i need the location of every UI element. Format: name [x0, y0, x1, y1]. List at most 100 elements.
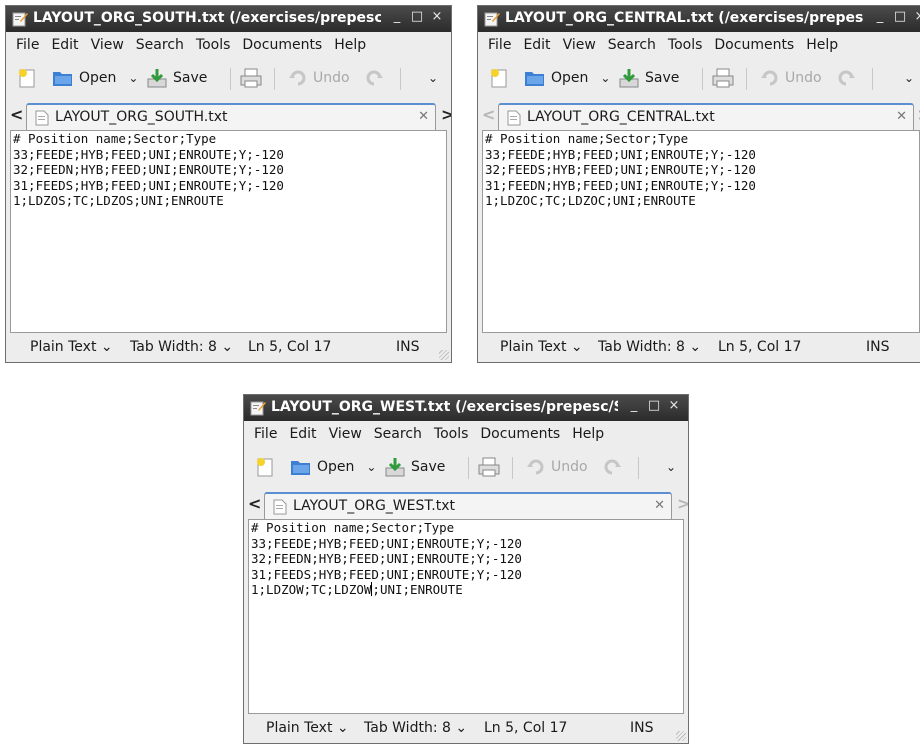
tab-width-selector[interactable]: Tab Width: 8 ⌄: [364, 720, 467, 736]
text-line: 31;FEEDS;HYB;FEED;UNI;ENROUTE;Y;-120: [13, 177, 284, 193]
menu-edit[interactable]: Edit: [517, 37, 556, 53]
text-editor-icon: [12, 12, 28, 27]
language-selector[interactable]: Plain Text ⌄: [266, 720, 349, 736]
language-selector[interactable]: Plain Text ⌄: [500, 339, 583, 355]
text-area[interactable]: # Position name;Sector;Type 33;FEEDE;HYB…: [248, 519, 684, 714]
close-icon[interactable]: ×: [910, 9, 920, 24]
menu-view[interactable]: View: [557, 37, 602, 53]
menu-edit[interactable]: Edit: [45, 37, 84, 53]
undo-button[interactable]: Undo: [526, 454, 588, 480]
title-bar[interactable]: LAYOUT_ORG_WEST.txt (/exercises/prepesc/…: [244, 395, 688, 421]
save-button[interactable]: Save: [384, 454, 445, 480]
print-button[interactable]: [239, 65, 268, 91]
tab-scroll-right-icon[interactable]: >: [677, 494, 688, 513]
maximize-icon[interactable]: □: [890, 9, 910, 24]
toolbar-overflow-chevron-icon[interactable]: ⌄: [666, 454, 676, 480]
undo-icon: [527, 459, 544, 475]
redo-button[interactable]: [602, 454, 627, 480]
resize-grip[interactable]: [676, 731, 686, 741]
tab-close-icon[interactable]: ✕: [418, 109, 429, 124]
minimize-icon[interactable]: _: [387, 9, 407, 24]
menu-search[interactable]: Search: [368, 426, 428, 442]
maximize-icon[interactable]: □: [407, 9, 427, 24]
document-icon: [507, 110, 521, 126]
status-bar: Plain Text ⌄ Tab Width: 8 ⌄ Ln 5, Col 17…: [244, 715, 688, 743]
menu-search[interactable]: Search: [130, 37, 190, 53]
undo-button[interactable]: Undo: [760, 65, 822, 91]
menu-tools[interactable]: Tools: [190, 37, 237, 53]
tab-document[interactable]: LAYOUT_ORG_WEST.txt ✕: [264, 492, 672, 519]
tab-scroll-left-icon[interactable]: <: [10, 105, 23, 124]
resize-grip[interactable]: [439, 350, 449, 360]
chevron-down-icon[interactable]: ⌄: [128, 71, 138, 85]
menu-bar: File Edit View Search Tools Documents He…: [6, 32, 451, 58]
tab-close-icon[interactable]: ✕: [654, 498, 665, 513]
chevron-down-icon[interactable]: ⌄: [600, 71, 610, 85]
open-button[interactable]: Open ⌄: [290, 454, 376, 480]
text-line: 1;LDZOC;TC;LDZOC;UNI;ENROUTE: [485, 193, 696, 208]
menu-file[interactable]: File: [248, 426, 283, 442]
new-button[interactable]: [488, 65, 515, 91]
toolbar-separator: [746, 68, 747, 90]
menu-help[interactable]: Help: [328, 37, 372, 53]
toolbar-separator: [468, 457, 469, 479]
tab-scroll-left-icon[interactable]: <: [248, 494, 261, 513]
open-button[interactable]: Open ⌄: [52, 65, 138, 91]
menu-view[interactable]: View: [85, 37, 130, 53]
tab-width-selector[interactable]: Tab Width: 8 ⌄: [130, 339, 233, 355]
menu-edit[interactable]: Edit: [283, 426, 322, 442]
text-area[interactable]: # Position name;Sector;Type 33;FEEDE;HYB…: [482, 130, 920, 333]
menu-search[interactable]: Search: [602, 37, 662, 53]
new-button[interactable]: [254, 454, 281, 480]
new-document-icon: [19, 69, 35, 88]
tab-row: < LAYOUT_ORG_CENTRAL.txt ✕ >: [478, 102, 920, 130]
maximize-icon[interactable]: □: [644, 398, 664, 413]
toolbar-separator: [400, 68, 401, 90]
close-icon[interactable]: ×: [664, 398, 684, 413]
tab-document[interactable]: LAYOUT_ORG_CENTRAL.txt ✕: [498, 103, 914, 130]
tab-scroll-left-icon[interactable]: <: [482, 105, 495, 124]
menu-file[interactable]: File: [482, 37, 517, 53]
menu-documents[interactable]: Documents: [474, 426, 566, 442]
title-bar[interactable]: LAYOUT_ORG_SOUTH.txt (/exercises/prepesc…: [6, 6, 451, 32]
document-icon: [273, 499, 287, 515]
save-button[interactable]: Save: [146, 65, 207, 91]
menu-documents[interactable]: Documents: [236, 37, 328, 53]
new-button[interactable]: [16, 65, 43, 91]
menu-help[interactable]: Help: [566, 426, 610, 442]
undo-button[interactable]: Undo: [288, 65, 350, 91]
insert-mode: INS: [630, 720, 654, 736]
editor-window-central: LAYOUT_ORG_CENTRAL.txt (/exercises/prepe…: [477, 5, 920, 363]
chevron-down-icon[interactable]: ⌄: [366, 460, 376, 474]
title-bar[interactable]: LAYOUT_ORG_CENTRAL.txt (/exercises/prepe…: [478, 6, 920, 32]
redo-button[interactable]: [836, 65, 861, 91]
tab-scroll-right-icon[interactable]: >: [441, 105, 451, 124]
text-editor-icon: [250, 401, 266, 416]
toolbar-overflow-chevron-icon[interactable]: ⌄: [428, 65, 438, 91]
save-icon: [147, 69, 167, 88]
menu-tools[interactable]: Tools: [428, 426, 475, 442]
redo-button[interactable]: [364, 65, 389, 91]
menu-file[interactable]: File: [10, 37, 45, 53]
menu-help[interactable]: Help: [800, 37, 844, 53]
tab-document[interactable]: LAYOUT_ORG_SOUTH.txt ✕: [26, 103, 436, 130]
minimize-icon[interactable]: _: [624, 398, 644, 413]
text-area[interactable]: # Position name;Sector;Type 33;FEEDE;HYB…: [10, 130, 447, 333]
text-line: 31;FEEDN;HYB;FEED;UNI;ENROUTE;Y;-120: [485, 177, 756, 193]
toolbar-overflow-chevron-icon[interactable]: ⌄: [904, 65, 914, 91]
print-button[interactable]: [711, 65, 740, 91]
menu-documents[interactable]: Documents: [708, 37, 800, 53]
open-button[interactable]: Open ⌄: [524, 65, 610, 91]
close-icon[interactable]: ×: [427, 9, 447, 24]
tab-close-icon[interactable]: ✕: [896, 109, 907, 124]
menu-view[interactable]: View: [323, 426, 368, 442]
print-button[interactable]: [477, 454, 506, 480]
language-selector[interactable]: Plain Text ⌄: [30, 339, 113, 355]
document-icon: [35, 110, 49, 126]
text-line: # Position name;Sector;Type: [13, 131, 217, 146]
save-button[interactable]: Save: [618, 65, 679, 91]
minimize-icon[interactable]: _: [870, 9, 890, 24]
tab-width-selector[interactable]: Tab Width: 8 ⌄: [598, 339, 701, 355]
menu-tools[interactable]: Tools: [662, 37, 709, 53]
save-icon: [385, 458, 405, 477]
